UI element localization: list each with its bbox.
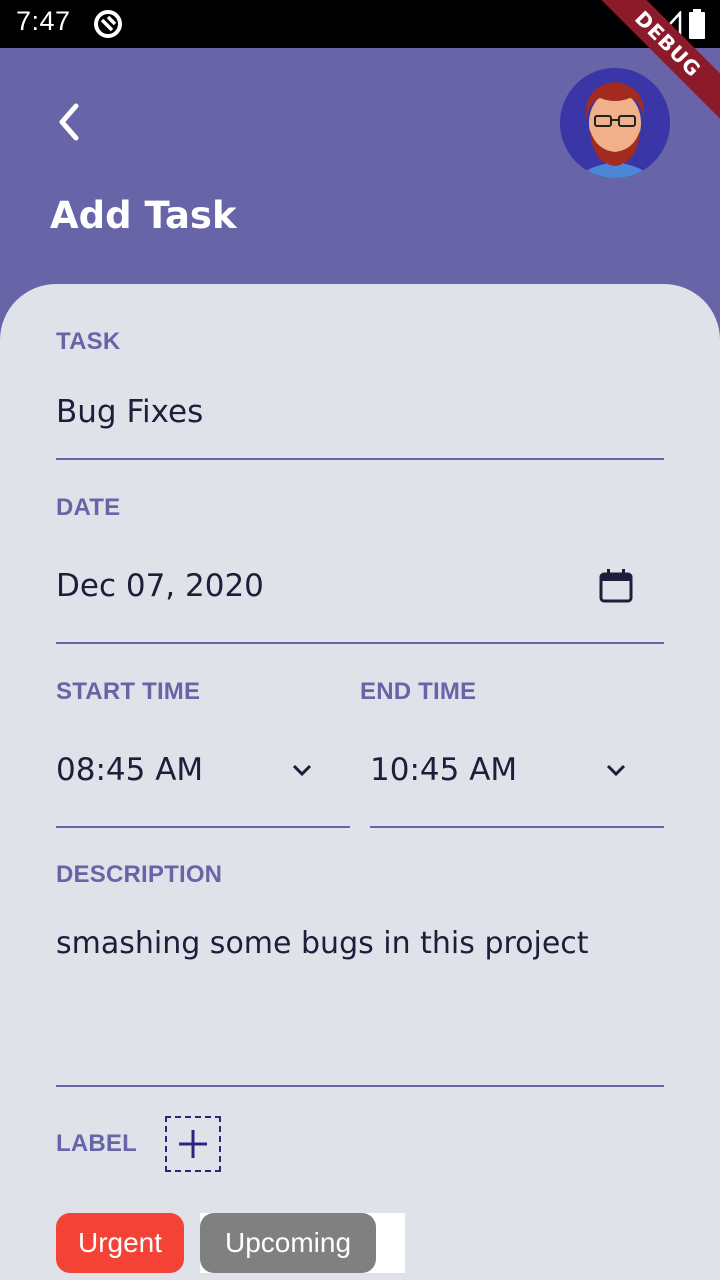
back-icon[interactable]: [42, 96, 94, 148]
chip-upcoming[interactable]: Upcoming: [200, 1213, 376, 1273]
date-label: DATE: [56, 494, 121, 521]
task-input[interactable]: Bug Fixes: [56, 394, 203, 430]
form-card: TASK Bug Fixes DATE Dec 07, 2020 START T…: [0, 284, 720, 1280]
battery-icon: [689, 9, 705, 39]
end-time-underline: [370, 826, 664, 828]
end-time-select[interactable]: 10:45 AM: [370, 752, 517, 788]
date-underline: [56, 642, 664, 644]
app-header: Add Task: [0, 48, 720, 288]
start-time-label: START TIME: [56, 678, 201, 705]
chevron-down-icon[interactable]: [602, 756, 630, 784]
task-label: TASK: [56, 328, 121, 355]
start-time-select[interactable]: 08:45 AM: [56, 752, 203, 788]
status-time: 7:47: [16, 6, 71, 36]
start-time-underline: [56, 826, 350, 828]
date-input[interactable]: Dec 07, 2020: [56, 568, 264, 604]
plus-icon: [179, 1130, 207, 1158]
page-title: Add Task: [50, 194, 237, 237]
app-notification-icon: [94, 10, 122, 38]
avatar-illustration: [560, 68, 670, 178]
label-label: LABEL: [56, 1130, 137, 1157]
avatar[interactable]: [560, 68, 670, 178]
end-time-label: END TIME: [360, 678, 477, 705]
task-underline: [56, 458, 664, 460]
chip-urgent[interactable]: Urgent: [56, 1213, 184, 1273]
add-label-button[interactable]: [165, 1116, 221, 1172]
chevron-down-icon[interactable]: [288, 756, 316, 784]
description-input[interactable]: smashing some bugs in this project: [56, 926, 589, 961]
description-underline: [56, 1085, 664, 1087]
calendar-icon[interactable]: [598, 568, 634, 604]
description-label: DESCRIPTION: [56, 861, 223, 888]
